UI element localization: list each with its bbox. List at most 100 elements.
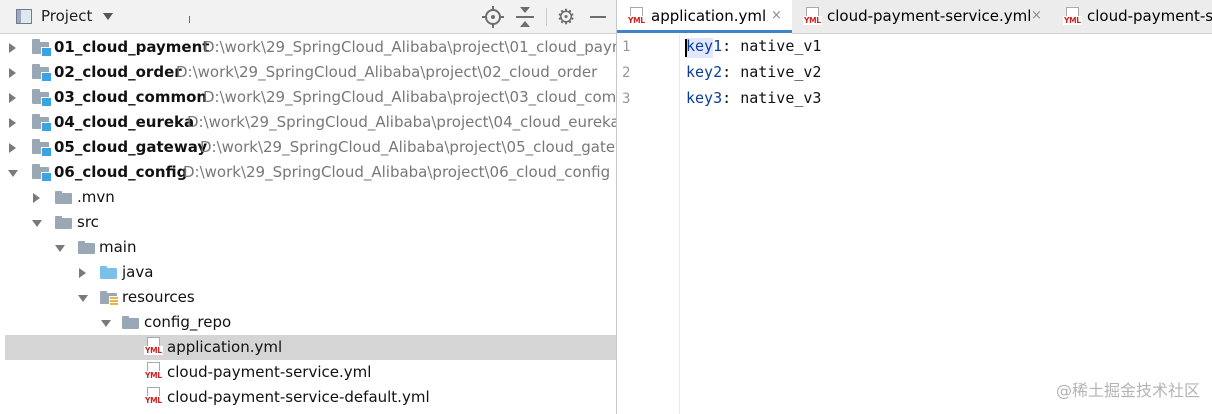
folder-icon (78, 241, 95, 254)
tree-item-name: 03_cloud_common (54, 88, 208, 106)
expand-arrow-icon[interactable] (79, 268, 86, 278)
folder-icon (55, 216, 72, 229)
folder-icon (122, 316, 139, 329)
yml-file-icon: YML (1063, 7, 1082, 27)
module-folder-icon (32, 64, 52, 82)
red-mark (189, 16, 190, 23)
tree-item-name: src (77, 213, 99, 231)
expand-arrow-icon[interactable] (9, 43, 16, 53)
tree-item-application-yml[interactable]: YML application.yml (5, 335, 616, 360)
yaml-separator: : (722, 37, 741, 55)
tree-item-03-cloud-common[interactable]: 03_cloud_common D:\work\29_SpringCloud_A… (0, 85, 616, 110)
tab-application-yml[interactable]: YML application.yml × (617, 0, 792, 34)
yaml-key: key3 (686, 89, 723, 107)
project-view-icon (16, 9, 32, 24)
line-number: 1 (622, 39, 631, 55)
line-number: 2 (622, 65, 631, 81)
resources-folder-icon (100, 291, 119, 306)
collapse-arrow-icon[interactable] (101, 320, 111, 327)
yml-file-icon: YML (144, 387, 163, 407)
collapse-arrow-icon[interactable] (55, 245, 65, 252)
yml-file-icon: YML (627, 7, 646, 27)
yml-file-icon: YML (144, 362, 163, 382)
tree-item-path: D:\work\29_SpringCloud_Alibaba\project\0… (200, 138, 616, 156)
header-separator (546, 8, 547, 26)
tree-item-mvn[interactable]: .mvn (0, 185, 616, 210)
close-icon[interactable]: × (771, 8, 782, 23)
tree-item-name: main (99, 238, 137, 256)
yaml-value: native_v3 (740, 89, 822, 107)
tree-item-06-cloud-config[interactable]: 06_cloud_config D:\work\29_SpringCloud_A… (0, 160, 616, 185)
tree-item-04-cloud-eureka[interactable]: 04_cloud_eureka D:\work\29_SpringCloud_A… (0, 110, 616, 135)
collapse-arrow-icon[interactable] (78, 295, 88, 302)
yaml-separator: : (722, 89, 741, 107)
tree-item-name: java (122, 263, 154, 281)
chevron-down-icon[interactable] (103, 13, 113, 20)
code-line[interactable]: key1: native_v1 (685, 37, 822, 58)
project-view-title[interactable]: Project (41, 7, 92, 25)
tree-item-src[interactable]: src (0, 210, 616, 235)
expand-arrow-icon[interactable] (33, 193, 40, 203)
tree-item-01-cloud-payment[interactable]: 01_cloud_payment D:\work\29_SpringCloud_… (0, 35, 616, 60)
tree-item-java[interactable]: java (0, 260, 616, 285)
expand-arrow-icon[interactable] (9, 93, 16, 103)
watermark: @稀土掘金技术社区 (1055, 381, 1200, 400)
yaml-key: key2 (686, 63, 723, 81)
tab-label: cloud-payment-service.yml (827, 7, 1032, 25)
module-folder-icon (32, 114, 52, 132)
module-folder-icon (32, 39, 52, 57)
tree-item-path: D:\work\29_SpringCloud_Alibaba\project\0… (203, 88, 616, 106)
tree-item-cloud-payment-service-default-yml[interactable]: YML cloud-payment-service-default.yml (0, 385, 616, 410)
project-panel: Project ⚙ 01_cloud_payment D:\work\29_Sp… (0, 0, 616, 414)
text-caret (685, 39, 687, 57)
source-folder-icon (100, 266, 117, 279)
tree-item-name: .mvn (77, 188, 115, 206)
tree-item-name: cloud-payment-service.yml (167, 363, 372, 381)
module-folder-icon (32, 89, 52, 107)
tree-item-02-cloud-order[interactable]: 02_cloud_order D:\work\29_SpringCloud_Al… (0, 60, 616, 85)
tab-label: cloud-payment-service-default.yml (1087, 7, 1212, 25)
tree-item-name: 02_cloud_order (54, 63, 182, 81)
project-panel-header: Project ⚙ (0, 0, 616, 34)
code-line[interactable]: key2: native_v2 (686, 63, 821, 81)
tree-item-name: application.yml (167, 338, 283, 356)
expand-arrow-icon[interactable] (9, 118, 16, 128)
close-icon[interactable]: × (1031, 8, 1042, 23)
tree-item-path: D:\work\29_SpringCloud_Alibaba\project\0… (203, 38, 616, 56)
tree-item-config-repo[interactable]: config_repo (0, 310, 616, 335)
gear-icon[interactable]: ⚙ (555, 6, 577, 28)
expand-arrow-icon[interactable] (9, 143, 16, 153)
tab-label: application.yml (651, 7, 767, 25)
tab-cloud-payment-service-yml[interactable]: YML cloud-payment-service.yml × (793, 0, 1051, 33)
crosshair-icon[interactable] (482, 6, 504, 28)
collapse-arrow-icon[interactable] (32, 220, 42, 227)
tree-item-name: config_repo (144, 313, 232, 331)
collapse-icon[interactable] (514, 6, 536, 28)
editor-tab-bar: YML application.yml × YML cloud-payment-… (617, 0, 1212, 34)
line-number: 3 (622, 91, 631, 107)
yml-file-icon: YML (803, 7, 822, 27)
yaml-value: native_v2 (740, 63, 822, 81)
tree-item-resources[interactable]: resources (0, 285, 616, 310)
yaml-key: key1 (686, 37, 723, 55)
tree-item-cloud-payment-service-yml[interactable]: YML cloud-payment-service.yml (0, 360, 616, 385)
yaml-value: native_v1 (740, 37, 822, 55)
tree-item-name: 05_cloud_gateway (54, 138, 208, 156)
tree-item-name: cloud-payment-service-default.yml (167, 388, 430, 406)
tree-item-path: D:\work\29_SpringCloud_Alibaba\project\0… (176, 63, 598, 81)
code-line[interactable]: key3: native_v3 (686, 89, 821, 107)
yml-file-icon: YML (144, 337, 163, 357)
editor-area: YML application.yml × YML cloud-payment-… (617, 0, 1212, 414)
line-number-gutter: 1 2 3 (617, 34, 680, 414)
module-folder-icon (32, 164, 52, 182)
folder-icon (55, 191, 72, 204)
tree-item-main[interactable]: main (0, 235, 616, 260)
collapse-arrow-icon[interactable] (8, 170, 18, 177)
yaml-separator: : (722, 63, 741, 81)
tab-cloud-payment-service-default-yml[interactable]: YML cloud-payment-service-default.yml (1053, 0, 1212, 33)
tree-item-path: D:\work\29_SpringCloud_Alibaba\project\0… (183, 163, 611, 181)
minimize-icon[interactable] (588, 6, 610, 28)
expand-arrow-icon[interactable] (9, 68, 16, 78)
tree-item-name: 01_cloud_payment (54, 38, 210, 56)
tree-item-05-cloud-gateway[interactable]: 05_cloud_gateway D:\work\29_SpringCloud_… (0, 135, 616, 160)
